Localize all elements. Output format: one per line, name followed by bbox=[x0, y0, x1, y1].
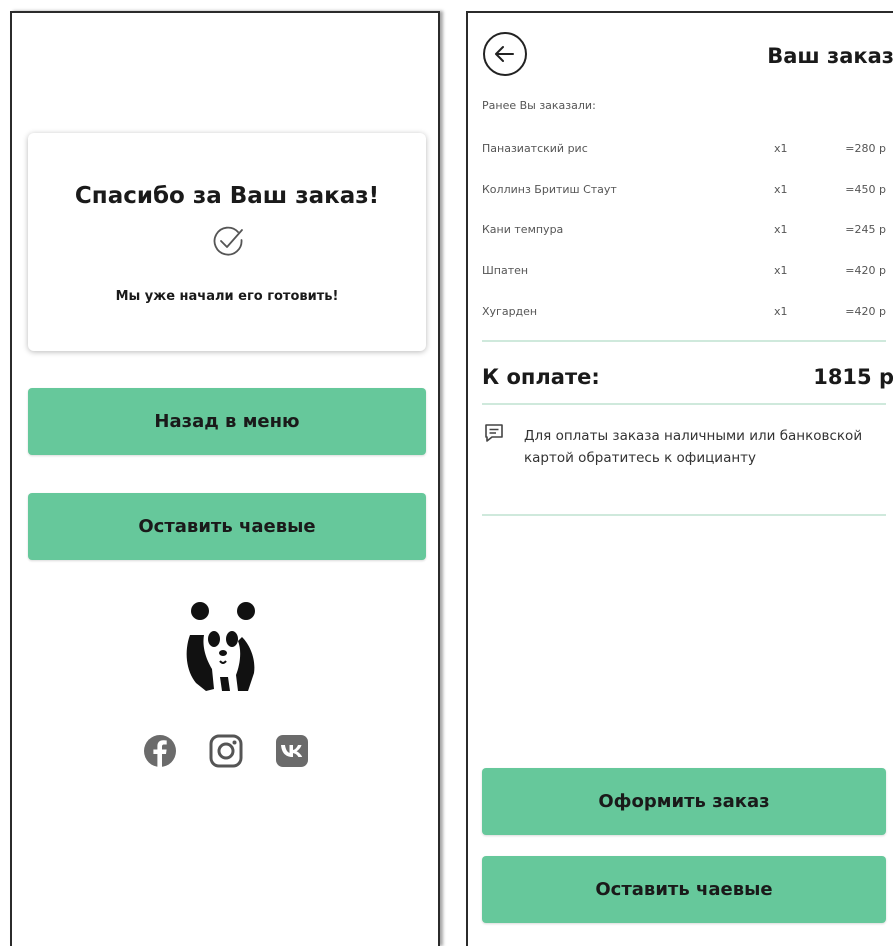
order-item-name: Паназиатский рис bbox=[482, 142, 588, 155]
order-item-name: Хугарден bbox=[482, 305, 538, 318]
vk-icon[interactable] bbox=[274, 733, 310, 769]
order-item-price: =450 р bbox=[845, 183, 886, 196]
total-value: 1815 р bbox=[813, 365, 893, 389]
previously-ordered-label: Ранее Вы заказали: bbox=[482, 99, 596, 112]
order-screen: Ваш заказ Ранее Вы заказали: Паназиатски… bbox=[466, 11, 893, 946]
divider bbox=[482, 514, 886, 516]
order-item-price: =280 р bbox=[845, 142, 886, 155]
order-title: Ваш заказ bbox=[767, 44, 893, 68]
divider bbox=[482, 340, 886, 342]
thanks-subtitle: Мы уже начали его готовить! bbox=[115, 289, 339, 304]
checkout-button[interactable]: Оформить заказ bbox=[482, 768, 886, 835]
order-item-price: =245 р bbox=[845, 223, 886, 236]
arrow-left-circle-icon[interactable] bbox=[482, 31, 528, 77]
order-item-name: Кани темпура bbox=[482, 223, 564, 236]
order-item-qty: x1 bbox=[774, 264, 788, 277]
payment-note: Для оплаты заказа наличными или банковск… bbox=[524, 428, 863, 466]
total-label: К оплате: bbox=[482, 365, 600, 389]
message-icon bbox=[485, 424, 503, 442]
leave-tip-button[interactable]: Оставить чаевые bbox=[482, 856, 886, 923]
thanks-screen: Спасибо за Ваш заказ! Мы уже начали его … bbox=[10, 11, 440, 946]
checkmark-circle-icon bbox=[213, 226, 243, 256]
panda-logo bbox=[186, 602, 255, 691]
thanks-title: Спасибо за Ваш заказ! bbox=[74, 183, 380, 209]
facebook-icon[interactable] bbox=[142, 733, 178, 769]
order-item-price: =420 р bbox=[845, 305, 886, 318]
order-item-qty: x1 bbox=[774, 223, 788, 236]
instagram-icon[interactable] bbox=[208, 733, 244, 769]
leave-tip-button[interactable]: Оставить чаевые bbox=[28, 493, 426, 560]
order-item-qty: x1 bbox=[774, 142, 788, 155]
order-item-name: Шпатен bbox=[482, 264, 529, 277]
order-item-name: Коллинз Бритиш Стаут bbox=[482, 183, 617, 196]
back-to-menu-button[interactable]: Назад в меню bbox=[28, 388, 426, 455]
divider bbox=[482, 403, 886, 405]
order-item-qty: x1 bbox=[774, 305, 788, 318]
order-item-price: =420 р bbox=[845, 264, 886, 277]
thanks-card: Спасибо за Ваш заказ! Мы уже начали его … bbox=[28, 133, 426, 351]
order-item-qty: x1 bbox=[774, 183, 788, 196]
